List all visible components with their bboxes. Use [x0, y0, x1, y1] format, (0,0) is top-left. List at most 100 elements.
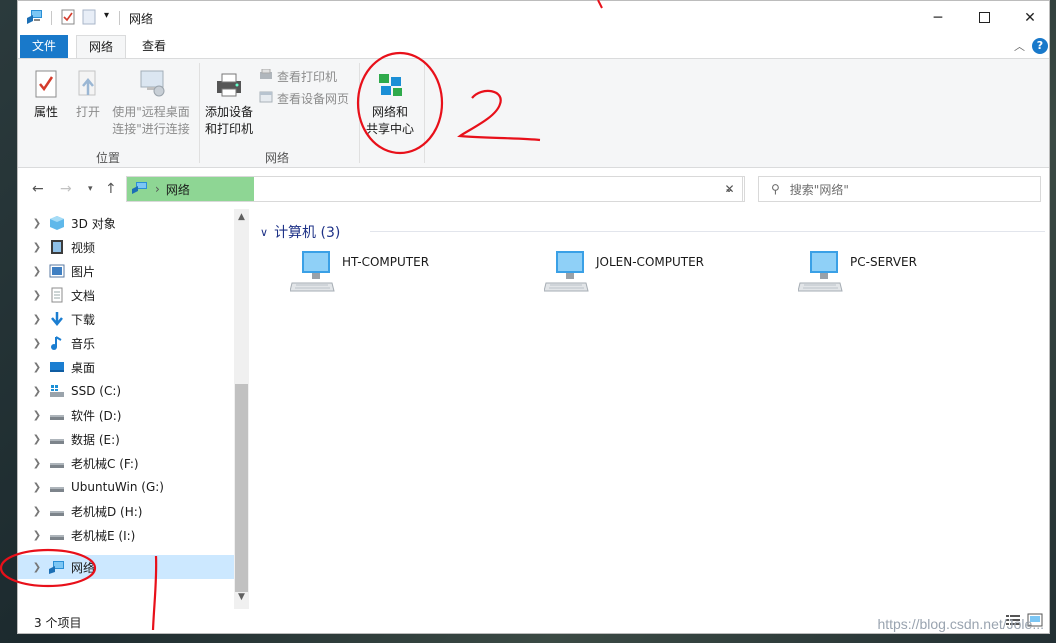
breadcrumb-network[interactable]: 网络 — [166, 181, 190, 198]
tab-file[interactable]: 文件 — [20, 35, 69, 59]
computer-item[interactable]: HT-COMPUTER — [289, 249, 429, 296]
expand-chevron-icon[interactable]: ❯ — [18, 266, 48, 277]
close-icon[interactable]: ✕ — [1007, 1, 1049, 34]
expand-chevron-icon[interactable]: ❯ — [18, 562, 48, 573]
network-sharing-center-button[interactable]: 网络和 共享中心 — [363, 71, 417, 138]
properties-icon — [33, 70, 59, 102]
open-label: 打开 — [75, 105, 100, 119]
nav-item[interactable]: ❯ 下载 — [18, 307, 234, 331]
nav-scrollbar[interactable]: ▲ ▼ — [234, 209, 249, 609]
watermark: https://blog.csdn.net/Jole... — [877, 616, 1044, 632]
clear-address-icon[interactable]: ✕ — [715, 176, 745, 202]
computer-name: JOLEN-COMPUTER — [596, 255, 705, 269]
scroll-up-icon[interactable]: ▲ — [234, 212, 249, 229]
collapse-ribbon-icon[interactable]: ︿ — [1014, 38, 1025, 54]
nav-item[interactable]: ❯ 老机械C (F:) — [18, 451, 234, 475]
maximize-icon[interactable] — [961, 1, 1007, 34]
up-arrow-icon[interactable]: ↑ — [105, 181, 117, 197]
tab-network[interactable]: 网络 — [76, 35, 127, 59]
nav-item[interactable]: ❯ 老机械E (I:) — [18, 523, 234, 547]
nav-item[interactable]: ❯ 3D 对象 — [18, 211, 234, 235]
ribbon-tabs: 文件 网络 查看 ︿ ? — [18, 34, 1049, 59]
expand-chevron-icon[interactable]: ❯ — [18, 242, 48, 253]
nav-item[interactable]: ❯ 网络 — [18, 555, 234, 579]
printers-small-icon — [259, 68, 273, 84]
address-bar[interactable]: › 网络 ⌄ — [126, 176, 743, 202]
window-title: 网络 — [129, 12, 154, 26]
content-pane: ∨ 计算机 (3) HT-COMPUTER JOLEN-COMPUTER PC-SE… — [250, 209, 1049, 609]
group-header[interactable]: ∨ 计算机 (3) — [260, 222, 340, 242]
expand-chevron-icon[interactable]: ❯ — [18, 338, 48, 349]
expand-chevron-icon[interactable]: ❯ — [18, 314, 48, 325]
new-folder-quick-icon[interactable] — [82, 9, 96, 28]
expand-chevron-icon[interactable]: ❯ — [18, 434, 48, 445]
add-devices-label-1: 添加设备 — [204, 105, 253, 119]
computer-item[interactable]: JOLEN-COMPUTER — [543, 249, 705, 296]
desktop-icon — [48, 359, 66, 375]
expand-chevron-icon[interactable]: ❯ — [18, 290, 48, 301]
drive-icon — [48, 527, 66, 543]
add-devices-label-2: 和打印机 — [204, 122, 253, 136]
open-button[interactable]: 打开 — [70, 69, 106, 121]
nav-item-label: 下载 — [71, 312, 96, 327]
nav-item[interactable]: ❯ 软件 (D:) — [18, 403, 234, 427]
nav-item[interactable]: ❯ UbuntuWin (G:) — [18, 475, 234, 499]
tab-view[interactable]: 查看 — [130, 35, 178, 59]
add-devices-button[interactable]: 添加设备 和打印机 — [202, 71, 256, 138]
nav-item[interactable]: ❯ 视频 — [18, 235, 234, 259]
network-sharing-center-label-2: 共享中心 — [365, 122, 414, 136]
nav-item[interactable]: ❯ 文档 — [18, 283, 234, 307]
expand-chevron-icon[interactable]: ❯ — [18, 482, 48, 493]
collapse-group-icon[interactable]: ∨ — [260, 226, 268, 239]
nav-item[interactable]: ❯ 老机械D (H:) — [18, 499, 234, 523]
item-count: 3 个项目 — [34, 616, 82, 630]
nav-item-label: 老机械E (I:) — [71, 528, 136, 543]
breadcrumb[interactable]: › 网络 — [127, 177, 254, 201]
expand-chevron-icon[interactable]: ❯ — [18, 386, 48, 397]
music-icon — [48, 335, 66, 351]
nav-item-label: UbuntuWin (G:) — [71, 480, 164, 494]
nav-item[interactable]: ❯ SSD (C:) — [18, 379, 234, 403]
system-drive-icon — [48, 383, 66, 399]
explorer-window: ▾ 网络 ─ ✕ 文件 网络 查看 ︿ ? 属性 打开 使用"远程桌面 连接"进… — [17, 0, 1050, 634]
nav-item[interactable]: ❯ 音乐 — [18, 331, 234, 355]
help-icon[interactable]: ? — [1032, 38, 1048, 54]
webpage-small-icon — [259, 91, 273, 106]
expand-chevron-icon[interactable]: ❯ — [18, 530, 48, 541]
documents-icon — [48, 287, 66, 303]
nav-item-label: 图片 — [71, 264, 96, 279]
forward-arrow-icon[interactable]: → — [60, 181, 72, 197]
expand-chevron-icon[interactable]: ❯ — [18, 506, 48, 517]
expand-chevron-icon[interactable]: ❯ — [18, 410, 48, 421]
back-arrow-icon[interactable]: ← — [32, 181, 44, 197]
nav-item-label: 音乐 — [71, 336, 96, 351]
recent-locations-icon[interactable]: ▾ — [88, 184, 93, 194]
customize-toolbar-icon[interactable]: ▾ — [104, 10, 109, 21]
scrollbar-thumb[interactable] — [235, 384, 248, 592]
minimize-icon[interactable]: ─ — [915, 1, 961, 34]
expand-chevron-icon[interactable]: ❯ — [18, 362, 48, 373]
title-bar: ▾ 网络 ─ ✕ — [18, 1, 1049, 34]
properties-button[interactable]: 属性 — [28, 69, 64, 121]
expand-chevron-icon[interactable]: ❯ — [18, 218, 48, 229]
search-input[interactable]: ⚲ 搜索"网络" — [758, 176, 1041, 202]
remote-desktop-icon — [135, 70, 167, 102]
navigation-pane: ❯ 3D 对象 ❯ 视频 ❯ 图片 ❯ 文档 ❯ 下载 ❯ 音乐 ❯ 桌面 ❯ SSD (C:) ❯ 软件 (D:… — [18, 209, 250, 609]
computer-item[interactable]: PC-SERVER — [797, 249, 917, 296]
computer-name: PC-SERVER — [850, 255, 917, 269]
video-icon — [48, 239, 66, 255]
nav-item-label: 网络 — [71, 560, 96, 575]
view-printers-button[interactable]: 查看打印机 — [259, 68, 337, 85]
nav-item[interactable]: ❯ 数据 (E:) — [18, 427, 234, 451]
expand-chevron-icon[interactable]: ❯ — [18, 458, 48, 469]
view-device-page-button[interactable]: 查看设备网页 — [259, 90, 349, 107]
open-icon — [75, 70, 101, 102]
computer-icon — [543, 249, 590, 296]
scroll-down-icon[interactable]: ▼ — [234, 592, 249, 609]
nav-item-label: 视频 — [71, 240, 96, 255]
pictures-icon — [48, 263, 66, 279]
properties-quick-icon[interactable] — [61, 9, 75, 28]
nav-item[interactable]: ❯ 桌面 — [18, 355, 234, 379]
remote-desktop-button[interactable]: 使用"远程桌面 连接"进行连接 — [108, 69, 194, 138]
nav-item[interactable]: ❯ 图片 — [18, 259, 234, 283]
